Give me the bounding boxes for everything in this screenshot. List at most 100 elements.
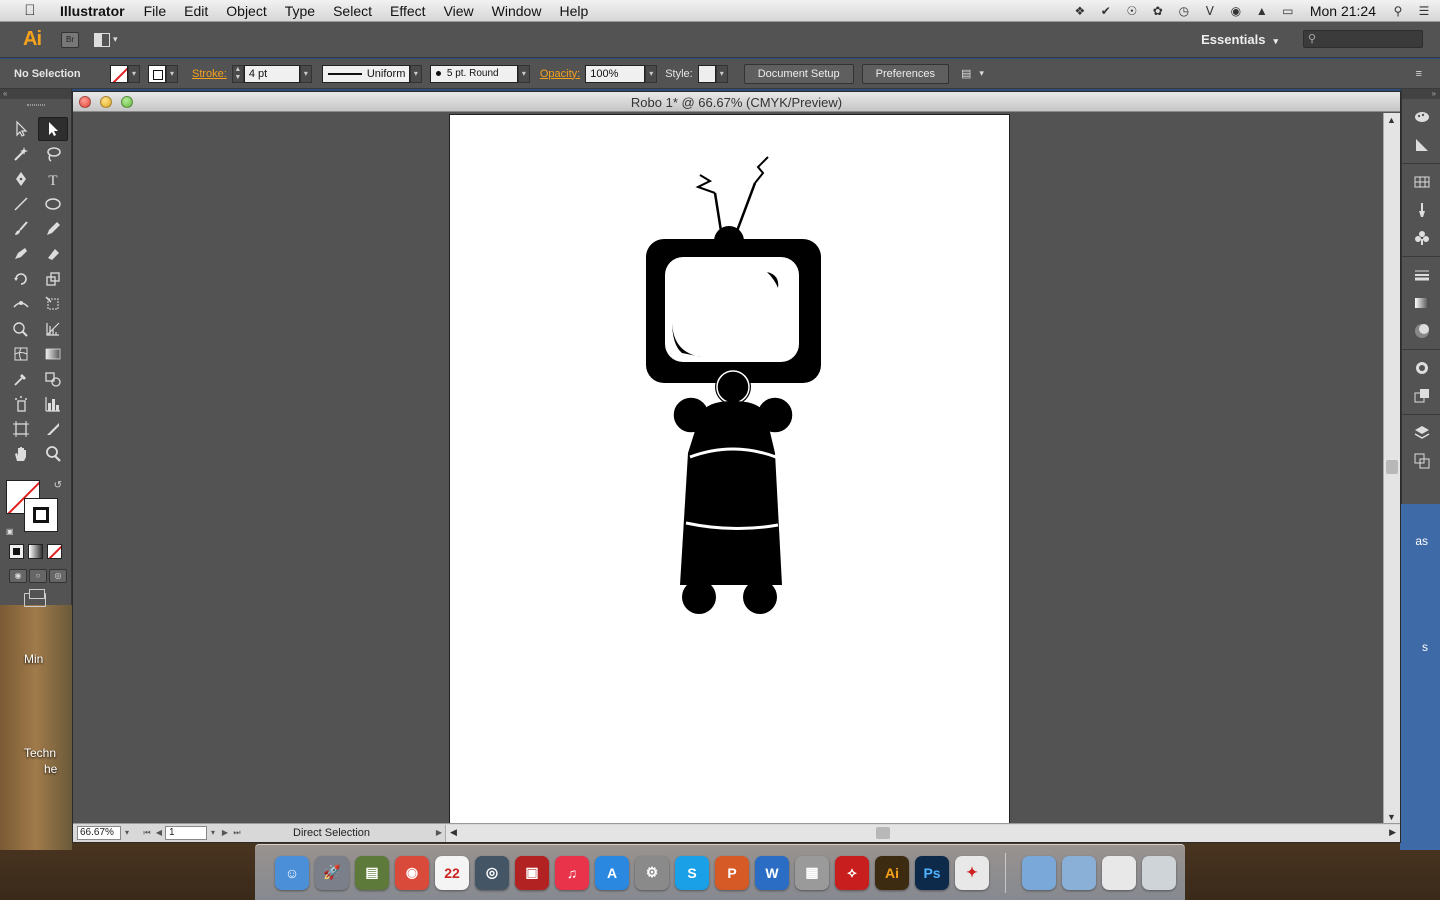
dock-itunes-icon[interactable]: ♫ [555, 855, 589, 890]
dock-calculator-icon[interactable]: ▦ [795, 855, 829, 890]
default-fill-stroke-icon[interactable]: ▣ [6, 527, 14, 536]
stroke-swatch[interactable] [148, 64, 166, 83]
previous-artboard-icon[interactable]: ◀ [153, 826, 165, 840]
menu-effect[interactable]: Effect [381, 3, 435, 19]
dock-powerpoint-icon[interactable]: P [715, 855, 749, 890]
width-tool[interactable] [6, 292, 36, 316]
stroke-weight-field[interactable]: 4 pt [243, 64, 300, 83]
blob-brush-tool[interactable] [6, 242, 36, 266]
free-transform-tool[interactable] [38, 292, 68, 316]
clock[interactable]: Mon 21:24 [1310, 3, 1376, 19]
swatches-icon[interactable] [1402, 168, 1440, 196]
dock-preview-icon[interactable]: ▤ [355, 855, 389, 890]
menu-type[interactable]: Type [276, 3, 324, 19]
chevron-down-icon[interactable]: ▾ [979, 68, 984, 79]
panel-menu-icon[interactable]: ≡ [1416, 68, 1422, 80]
artboard-dropdown[interactable]: ▾ [207, 826, 219, 840]
graphic-style-swatch[interactable] [697, 64, 716, 83]
document-setup-button[interactable]: Document Setup [743, 63, 854, 84]
wifi-icon[interactable]: ◉ [1228, 4, 1244, 18]
brush-dropdown[interactable]: ▾ [517, 64, 530, 83]
battery-icon[interactable]: ▭ [1280, 4, 1296, 18]
opacity-dropdown[interactable]: ▾ [645, 64, 658, 83]
zoom-dropdown[interactable]: ▾ [121, 826, 133, 840]
notification-center-icon[interactable]: ☰ [1416, 4, 1432, 18]
menu-view[interactable]: View [435, 3, 483, 19]
rotate-tool[interactable] [6, 267, 36, 291]
color-panel-icon[interactable] [1402, 103, 1440, 131]
arrange-panel-icon[interactable]: ▤ [961, 67, 971, 80]
workspace-switcher[interactable]: Essentials ▾ [1201, 32, 1278, 47]
horizontal-scrollbar[interactable]: ◀ ▶ [445, 824, 1400, 842]
menu-help[interactable]: Help [550, 3, 597, 19]
artboard-number-field[interactable]: 1 [165, 826, 207, 840]
fill-swatch[interactable] [110, 64, 128, 83]
perspective-grid-tool[interactable] [38, 317, 68, 341]
brush-definition[interactable]: 5 pt. Round [429, 64, 518, 83]
pencil-tool[interactable] [38, 217, 68, 241]
stroke-weight-dropdown[interactable]: ▾ [299, 64, 312, 83]
ellipse-tool[interactable] [38, 192, 68, 216]
apple-menu-icon[interactable]:  [20, 2, 40, 19]
opacity-field[interactable]: 100% [585, 64, 646, 83]
dock-screenshot-icon[interactable]: ◎ [475, 855, 509, 890]
menu-object[interactable]: Object [217, 3, 275, 19]
scroll-right-icon[interactable]: ▶ [1389, 827, 1396, 838]
desktop-label-right-2[interactable]: s [1422, 640, 1428, 654]
vertical-scroll-thumb[interactable] [1386, 460, 1398, 474]
scroll-up-icon[interactable]: ▲ [1387, 115, 1396, 125]
lasso-tool[interactable] [38, 142, 68, 166]
bridge-button[interactable]: Br [61, 31, 79, 48]
arrange-documents-button[interactable]: ▾ [94, 31, 120, 49]
canvas-area[interactable] [73, 113, 1384, 824]
magic-wand-tool[interactable] [6, 142, 36, 166]
preferences-button[interactable]: Preferences [861, 63, 949, 84]
swap-fill-stroke-icon[interactable]: ↺ [54, 480, 62, 491]
transparency-icon[interactable] [1402, 317, 1440, 345]
dock-documents-stack-icon[interactable] [1102, 855, 1136, 890]
stroke-color-box[interactable] [24, 498, 58, 532]
stroke-dropdown[interactable]: ▾ [166, 64, 178, 83]
shield-icon[interactable]: ☉ [1124, 4, 1140, 18]
time-machine-icon[interactable]: ◷ [1176, 4, 1192, 18]
slice-tool[interactable] [38, 417, 68, 441]
desktop-label-right-1[interactable]: as [1415, 534, 1428, 548]
eraser-tool[interactable] [38, 242, 68, 266]
zoom-level-field[interactable]: 66.67% [77, 826, 121, 840]
line-segment-tool[interactable] [6, 192, 36, 216]
color-guide-icon[interactable] [1402, 131, 1440, 159]
document-titlebar[interactable]: Robo 1* @ 66.67% (CMYK/Preview) [73, 92, 1400, 112]
desktop-label-3[interactable]: he [44, 762, 57, 776]
pen-tool[interactable] [6, 167, 36, 191]
menu-app-name[interactable]: Illustrator [54, 3, 135, 19]
stroke-label[interactable]: Stroke: [192, 68, 227, 80]
next-artboard-icon[interactable]: ▶ [219, 826, 231, 840]
dock-chrome-icon[interactable]: ◉ [395, 855, 429, 890]
robot-illustration[interactable] [450, 115, 1011, 824]
gradient-tool[interactable] [38, 342, 68, 366]
style-dropdown[interactable]: ▾ [715, 64, 728, 83]
evernote-icon[interactable]: ✔ [1098, 4, 1114, 18]
artboard[interactable] [449, 114, 1010, 824]
blend-tool[interactable] [38, 367, 68, 391]
dock-acrobat-icon[interactable]: ⟡ [835, 855, 869, 890]
screen-mode-button[interactable] [24, 589, 46, 607]
stroke-panel-icon[interactable] [1402, 261, 1440, 289]
eyedropper-tool[interactable] [6, 367, 36, 391]
dropbox-icon[interactable]: ❖ [1072, 4, 1088, 18]
dock-applications-folder-icon[interactable] [1022, 855, 1056, 890]
artboards-icon[interactable] [1402, 447, 1440, 475]
last-artboard-icon[interactable]: ⏭ [231, 826, 243, 840]
desktop-label-1[interactable]: Min [24, 652, 43, 666]
paintbrush-tool[interactable] [6, 217, 36, 241]
stroke-spinner[interactable]: ▲ ▼ [231, 64, 244, 83]
graphic-styles-icon[interactable] [1402, 382, 1440, 410]
dock-photoshop-icon[interactable]: Ps [915, 855, 949, 890]
hand-tool[interactable] [6, 442, 36, 466]
layers-icon[interactable] [1402, 419, 1440, 447]
dock-launchpad-icon[interactable]: 🚀 [315, 855, 349, 890]
gradient-mode-button[interactable] [28, 544, 43, 559]
type-tool[interactable]: T [38, 167, 68, 191]
dock-sysprefs-icon[interactable]: ⚙ [635, 855, 669, 890]
desktop-label-2[interactable]: Techn [24, 746, 56, 760]
